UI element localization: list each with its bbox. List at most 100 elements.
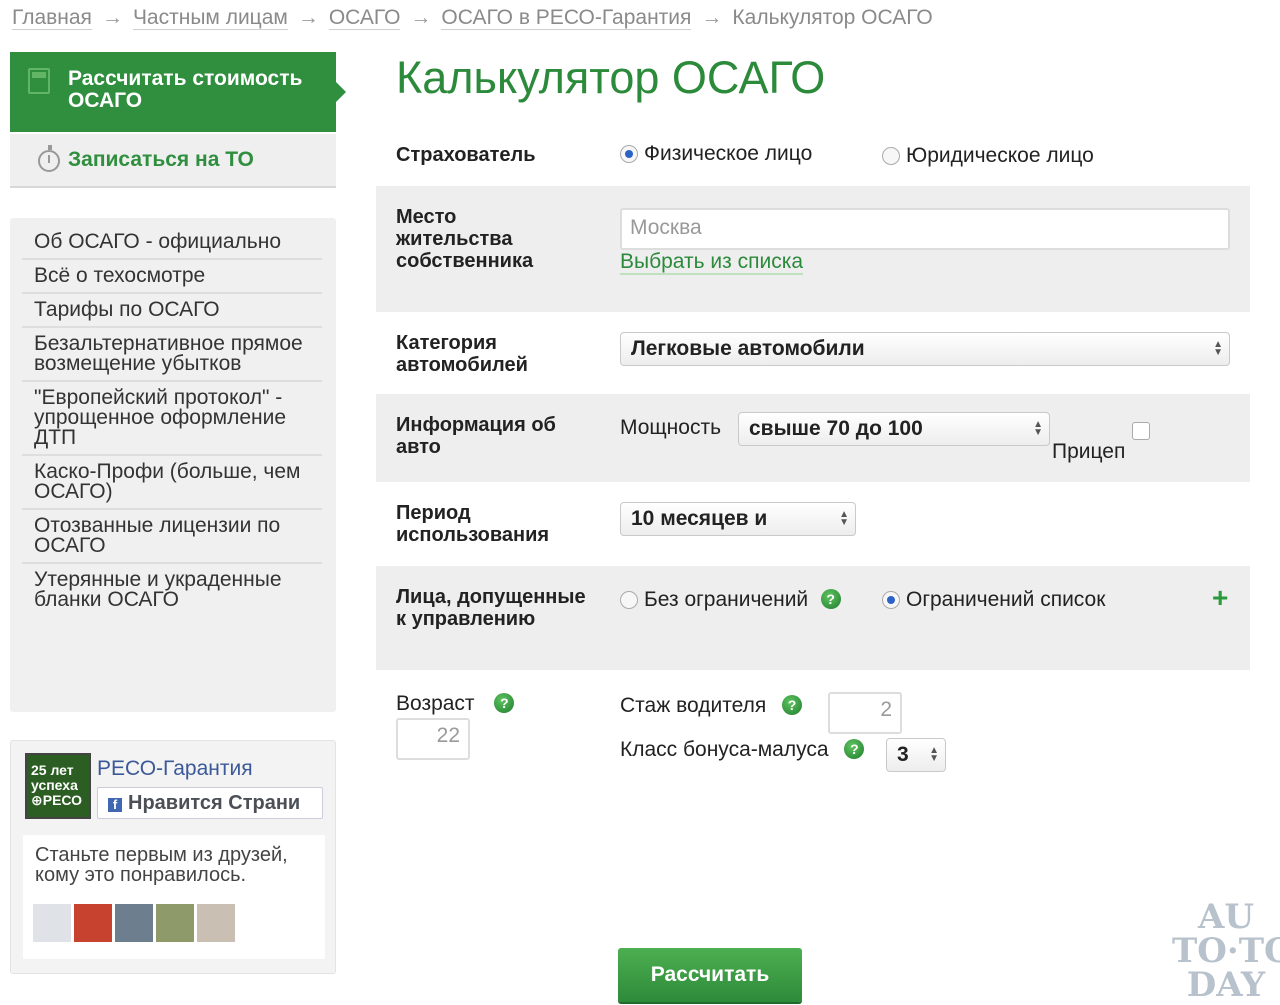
breadcrumb-private[interactable]: Частным лицам xyxy=(132,6,288,30)
power-select[interactable]: свыше 70 до 100 ▲ ▼ xyxy=(738,412,1050,446)
limited-option[interactable]: Ограничений список xyxy=(882,588,1105,612)
breadcrumb: Главная → Частным лицам → ОСАГО → ОСАГО в РЕСО… xyxy=(12,6,933,30)
sidebar-item-revoked-licenses[interactable]: Отозванные лицензии по ОСАГО xyxy=(22,510,322,564)
period-value: 10 месяцев и xyxy=(631,507,768,530)
insurer-legal-option[interactable]: Юридическое лицо xyxy=(882,144,1094,168)
sidebar-item-direct-compensation[interactable]: Безальтернативное прямое возмещение убыт… xyxy=(22,328,322,382)
help-icon[interactable]: ? xyxy=(494,693,515,713)
drivers-label: Лица, допущенные к управлению xyxy=(396,586,586,630)
calculate-cost-button[interactable]: Рассчитать стоимость ОСАГО xyxy=(10,52,346,132)
residence-row: Место жительства собственника Москва Выб… xyxy=(376,186,1250,312)
age-label: Возраст xyxy=(396,692,475,715)
category-row: Категория автомобилей Легковые автомобил… xyxy=(376,316,1250,390)
limited-label: Ограничений список xyxy=(906,588,1106,611)
period-row: Период использования 10 месяцев и ▲ ▼ xyxy=(376,486,1250,562)
bonus-value: 3 xyxy=(897,743,909,766)
breadcrumb-reso-osago[interactable]: ОСАГО в РЕСО-Гарантия xyxy=(441,6,692,30)
age-label-group: Возраст ? xyxy=(396,692,515,716)
category-select[interactable]: Легковые автомобили ▲ ▼ xyxy=(620,332,1230,366)
sidebar-item-tariffs[interactable]: Тарифы по ОСАГО xyxy=(22,294,322,328)
car-info-label: Информация об авто xyxy=(396,414,556,458)
insurer-row: Страхователь Физическое лицо Юридическое… xyxy=(376,130,1250,182)
facebook-widget: 25 лет успеха ⊕РЕСО РЕСО-Гарантия f Нрави… xyxy=(10,740,336,974)
avatar[interactable] xyxy=(74,904,112,942)
select-arrows-icon: ▲ ▼ xyxy=(929,745,939,764)
bonus-select[interactable]: 3 ▲ ▼ xyxy=(886,738,946,772)
residence-input[interactable]: Москва xyxy=(620,208,1230,250)
unlimited-option[interactable]: Без ограничений ? xyxy=(620,588,841,612)
drivers-row: Лица, допущенные к управлению Без ограни… xyxy=(376,566,1250,670)
bonus-label: Класс бонуса-малуса xyxy=(620,738,829,761)
breadcrumb-osago[interactable]: ОСАГО xyxy=(328,6,401,30)
age-input[interactable]: 22 xyxy=(396,718,470,760)
unlimited-radio[interactable] xyxy=(620,591,638,609)
watermark-line-1: AU xyxy=(1197,897,1255,937)
sidebar-item-about-osago[interactable]: Об ОСАГО - официально xyxy=(22,226,322,260)
watermark-line-2: TO·TO xyxy=(1172,931,1280,971)
period-label: Период использования xyxy=(396,502,550,546)
page-title: Калькулятор ОСАГО xyxy=(396,52,826,103)
experience-label-group: Стаж водителя ? xyxy=(620,694,803,718)
reso-page-logo[interactable]: 25 лет успеха ⊕РЕСО xyxy=(25,753,91,819)
calculate-cost-label: Рассчитать стоимость ОСАГО xyxy=(68,67,303,112)
insurer-label: Страхователь xyxy=(396,144,536,166)
limited-radio[interactable] xyxy=(882,591,900,609)
sidebar-item-casco-profi[interactable]: Каско-Профи (больше, чем ОСАГО) xyxy=(22,456,322,510)
category-label: Категория автомобилей xyxy=(396,332,528,376)
facebook-social-box: Станьте первым из друзей, кому это понра… xyxy=(23,835,325,959)
car-info-row: Информация об авто Мощность свыше 70 до … xyxy=(376,394,1250,482)
individual-radio[interactable] xyxy=(620,145,638,163)
watermark-line-3: DAY xyxy=(1186,965,1266,1005)
avatar[interactable] xyxy=(115,904,153,942)
friend-avatars xyxy=(33,904,238,947)
trailer-label: Прицеп xyxy=(1052,440,1126,463)
calculate-submit-button[interactable]: Рассчитать xyxy=(618,948,802,1002)
avatar[interactable] xyxy=(33,904,71,942)
autotoday-watermark: AU TO·TO DAY xyxy=(1172,900,1280,1002)
breadcrumb-separator: → xyxy=(410,6,432,29)
experience-label: Стаж водителя xyxy=(620,694,767,717)
sidebar-item-inspection[interactable]: Всё о техосмотре xyxy=(22,260,322,294)
calculator-icon xyxy=(28,68,50,94)
breadcrumb-separator: → xyxy=(101,6,123,29)
breadcrumb-current: Калькулятор ОСАГО xyxy=(732,6,933,29)
individual-label: Физическое лицо xyxy=(644,142,813,165)
select-arrows-icon: ▲ ▼ xyxy=(1033,419,1043,438)
add-driver-plus-icon[interactable]: + xyxy=(1212,582,1228,614)
unlimited-label: Без ограничений xyxy=(644,588,809,611)
legal-label: Юридическое лицо xyxy=(906,144,1094,167)
facebook-page-name[interactable]: РЕСО-Гарантия xyxy=(97,757,253,781)
power-label: Мощность xyxy=(620,416,722,439)
help-icon[interactable]: ? xyxy=(844,739,865,759)
sidebar-item-european-protocol[interactable]: "Европейский протокол" - упрощенное офор… xyxy=(22,382,322,456)
sign-up-inspection-label: Записаться на ТО xyxy=(68,148,254,171)
insurer-individual-option[interactable]: Физическое лицо xyxy=(620,142,812,166)
breadcrumb-separator: → xyxy=(701,6,723,29)
sidebar-menu: Об ОСАГО - официально Всё о техосмотре Т… xyxy=(10,218,336,712)
category-value: Легковые автомобили xyxy=(631,337,865,360)
facebook-icon: f xyxy=(108,798,122,812)
legal-radio[interactable] xyxy=(882,147,900,165)
breadcrumb-separator: → xyxy=(297,6,319,29)
avatar[interactable] xyxy=(156,904,194,942)
power-value: свыше 70 до 100 xyxy=(749,417,923,440)
sign-up-inspection-button[interactable]: Записаться на ТО xyxy=(10,134,336,188)
facebook-social-text: Станьте первым из друзей, кому это понра… xyxy=(35,844,288,886)
select-arrows-icon: ▲ ▼ xyxy=(839,509,849,528)
active-arrow xyxy=(336,82,346,102)
sidebar-item-lost-forms[interactable]: Утерянные и украденные бланки ОСАГО xyxy=(22,564,322,616)
residence-label: Место жительства собственника xyxy=(396,206,534,272)
facebook-like-label: Нравится Страни xyxy=(128,792,301,814)
facebook-like-button[interactable]: f Нравится Страни xyxy=(97,787,323,819)
help-icon[interactable]: ? xyxy=(782,695,803,715)
select-arrows-icon: ▲ ▼ xyxy=(1213,339,1223,358)
avatar[interactable] xyxy=(197,904,235,942)
choose-from-list-link[interactable]: Выбрать из списка xyxy=(620,250,804,275)
help-icon[interactable]: ? xyxy=(820,589,841,609)
breadcrumb-home[interactable]: Главная xyxy=(12,6,92,30)
stopwatch-icon xyxy=(38,145,60,172)
period-select[interactable]: 10 месяцев и ▲ ▼ xyxy=(620,502,856,536)
bonus-label-group: Класс бонуса-малуса ? xyxy=(620,738,865,762)
experience-input[interactable]: 2 xyxy=(828,692,902,734)
trailer-checkbox[interactable] xyxy=(1132,422,1150,440)
